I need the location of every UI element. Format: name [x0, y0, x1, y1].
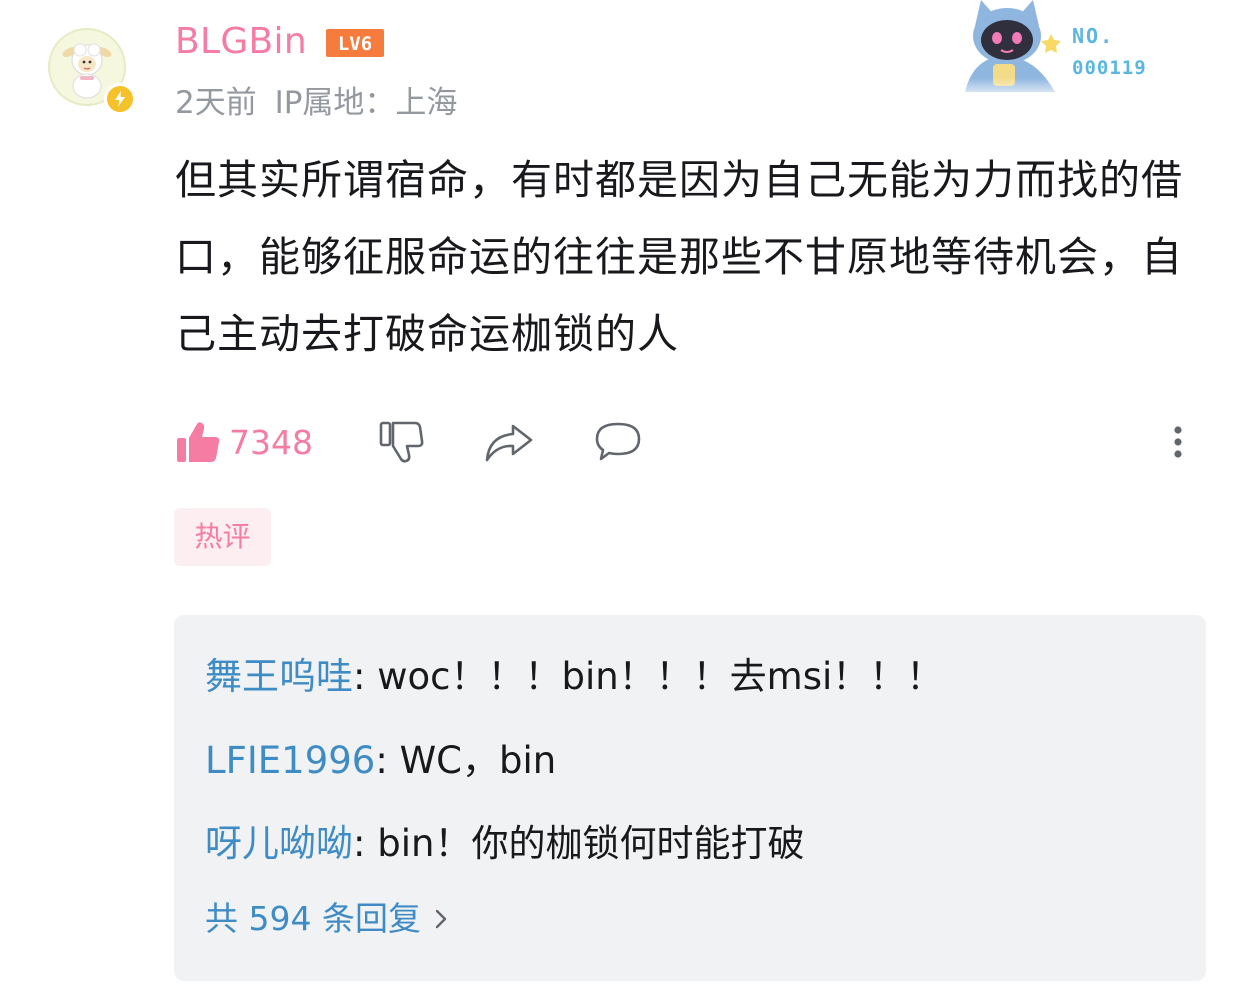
level-badge-icon: LV6: [326, 29, 384, 57]
reply-author[interactable]: 呀儿呦呦: [205, 822, 353, 865]
thumbs-down-icon: [379, 421, 424, 463]
comment-time: 2天前: [175, 85, 257, 121]
username[interactable]: BLGBin: [175, 16, 307, 68]
user-avatar[interactable]: [48, 28, 136, 115]
share-button[interactable]: [483, 410, 535, 474]
chevron-right-icon: [435, 909, 447, 929]
fan-badge-number: 000119: [1072, 57, 1147, 79]
fan-badge-card[interactable]: [955, 0, 1175, 100]
share-arrow-icon: [485, 424, 533, 462]
vertical-ellipsis-icon: [1174, 426, 1182, 458]
replies-preview[interactable]: 舞王呜哇: woc！！！bin！！！去msi！！！ LFIE1996: WC，b…: [174, 615, 1206, 981]
reply-text: : woc！！！bin！！！去msi！！！: [353, 655, 944, 698]
reply-author[interactable]: 舞王呜哇: [205, 655, 353, 698]
reply-author[interactable]: LFIE1996: [205, 739, 375, 782]
verified-lightning-icon: [104, 83, 136, 115]
comment-bubble-icon: [595, 422, 641, 461]
thumbs-up-icon: [177, 422, 220, 462]
ip-location: IP属地：上海: [274, 85, 458, 121]
like-button[interactable]: 7348: [175, 410, 313, 474]
reply-button[interactable]: [593, 410, 643, 474]
more-options-button[interactable]: [1165, 410, 1191, 474]
comment-meta: 2天前 IP属地：上海: [175, 80, 465, 126]
view-all-replies-link[interactable]: 共 594 条回复: [205, 896, 449, 942]
fan-badge-label: NO.: [1072, 24, 1115, 48]
hot-comment-tag: 热评: [174, 508, 271, 566]
reply-text: : bin！你的枷锁何时能打破: [353, 822, 805, 865]
dislike-button[interactable]: [377, 410, 425, 474]
reply-item[interactable]: LFIE1996: WC，bin: [205, 735, 556, 787]
reply-item[interactable]: 舞王呜哇: woc！！！bin！！！去msi！！！: [205, 651, 943, 703]
view-all-replies-label: 共 594 条回复: [205, 899, 421, 938]
level-text: LV6: [338, 33, 372, 55]
comment-actions: 7348: [175, 410, 1205, 474]
reply-text: : WC，bin: [375, 739, 557, 782]
like-count: 7348: [229, 422, 313, 462]
comment-text: 但其实所谓宿命，有时都是因为自己无能为力而找的借口，能够征服命运的往往是那些不甘…: [175, 156, 1183, 358]
reply-item[interactable]: 呀儿呦呦: bin！你的枷锁何时能打破: [205, 818, 804, 870]
